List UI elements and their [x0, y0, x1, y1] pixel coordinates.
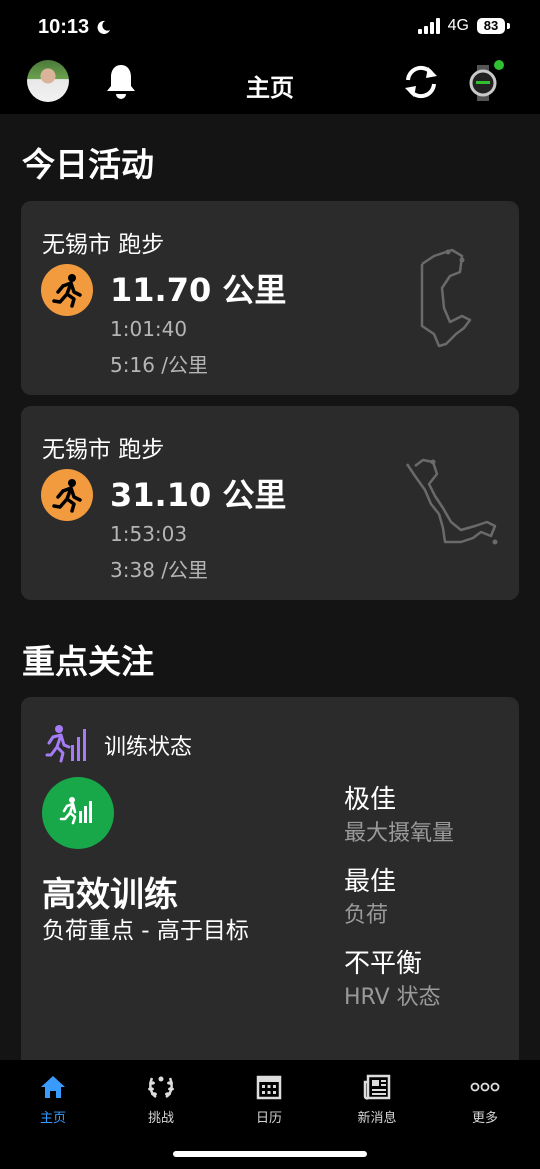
activity-card[interactable]: 无锡市 跑步 11.70 公里 1:01:40 5:16 /公里 — [21, 201, 519, 395]
calendar-icon — [256, 1075, 282, 1100]
load-label: 负荷 — [344, 903, 389, 928]
activity-duration: 1:01:40 — [110, 317, 188, 341]
activity-pace: 3:38 /公里 — [110, 558, 209, 582]
watch-icon[interactable] — [466, 64, 500, 102]
status-time: 10:13 — [38, 16, 90, 38]
training-status-icon — [45, 725, 86, 763]
training-status-subtitle: 负荷重点 - 高于目标 — [42, 918, 249, 944]
tab-home[interactable]: 主页 — [8, 1072, 98, 1126]
network-type: 4G — [447, 17, 469, 34]
route-map-icon — [420, 248, 472, 348]
newsfeed-icon — [363, 1074, 391, 1100]
hrv-value: 不平衡 — [344, 949, 423, 979]
activity-title: 无锡市 跑步 — [42, 437, 165, 463]
battery-level: 83 — [477, 18, 505, 34]
moon-icon — [97, 20, 110, 34]
productive-training-icon — [59, 797, 92, 825]
battery-icon — [507, 23, 510, 29]
sync-icon[interactable] — [402, 64, 440, 100]
tab-label: 挑战 — [147, 1111, 174, 1126]
home-indicator — [173, 1151, 367, 1157]
page-title: 主页 — [246, 74, 294, 102]
vo2max-label: 最大摄氧量 — [344, 821, 455, 846]
hrv-label: HRV 状态 — [344, 985, 441, 1010]
more-icon — [470, 1082, 500, 1092]
route-map-icon — [405, 458, 498, 545]
section-title-focus: 重点关注 — [22, 642, 154, 681]
tab-label: 新消息 — [357, 1111, 397, 1126]
activity-pace: 5:16 /公里 — [110, 353, 209, 377]
running-icon — [41, 264, 93, 316]
tab-calendar[interactable]: 日历 — [224, 1072, 314, 1126]
vo2max-value: 极佳 — [344, 785, 397, 815]
activity-distance: 11.70 公里 — [110, 271, 287, 309]
tab-label: 日历 — [255, 1111, 282, 1126]
training-status-label: 训练状态 — [104, 735, 193, 760]
training-status-value: 高效训练 — [42, 875, 178, 915]
running-icon — [41, 469, 93, 521]
tab-label: 更多 — [471, 1111, 498, 1126]
training-status-badge — [42, 777, 114, 849]
training-status-card[interactable]: 训练状态 高效训练 负荷重点 - 高于目标 极佳 最大摄氧量 最佳 负荷 不平衡… — [21, 697, 519, 1117]
section-title-today: 今日活动 — [22, 145, 154, 184]
home-icon — [41, 1076, 65, 1098]
tab-newsfeed[interactable]: 新消息 — [332, 1072, 422, 1126]
activity-card[interactable]: 无锡市 跑步 31.10 公里 1:53:03 3:38 /公里 — [21, 406, 519, 600]
app-header: 主页 — [0, 58, 540, 114]
activity-distance: 31.10 公里 — [110, 476, 287, 514]
load-value: 最佳 — [344, 867, 397, 897]
signal-icon — [417, 18, 440, 34]
connected-dot — [494, 60, 504, 70]
status-bar: 10:13 4G 83 — [0, 0, 540, 58]
laurel-icon — [148, 1076, 174, 1099]
activity-duration: 1:53:03 — [110, 522, 188, 546]
activity-title: 无锡市 跑步 — [42, 232, 165, 258]
tab-challenges[interactable]: 挑战 — [116, 1072, 206, 1126]
tab-more[interactable]: 更多 — [440, 1072, 530, 1126]
tab-label: 主页 — [39, 1111, 66, 1126]
